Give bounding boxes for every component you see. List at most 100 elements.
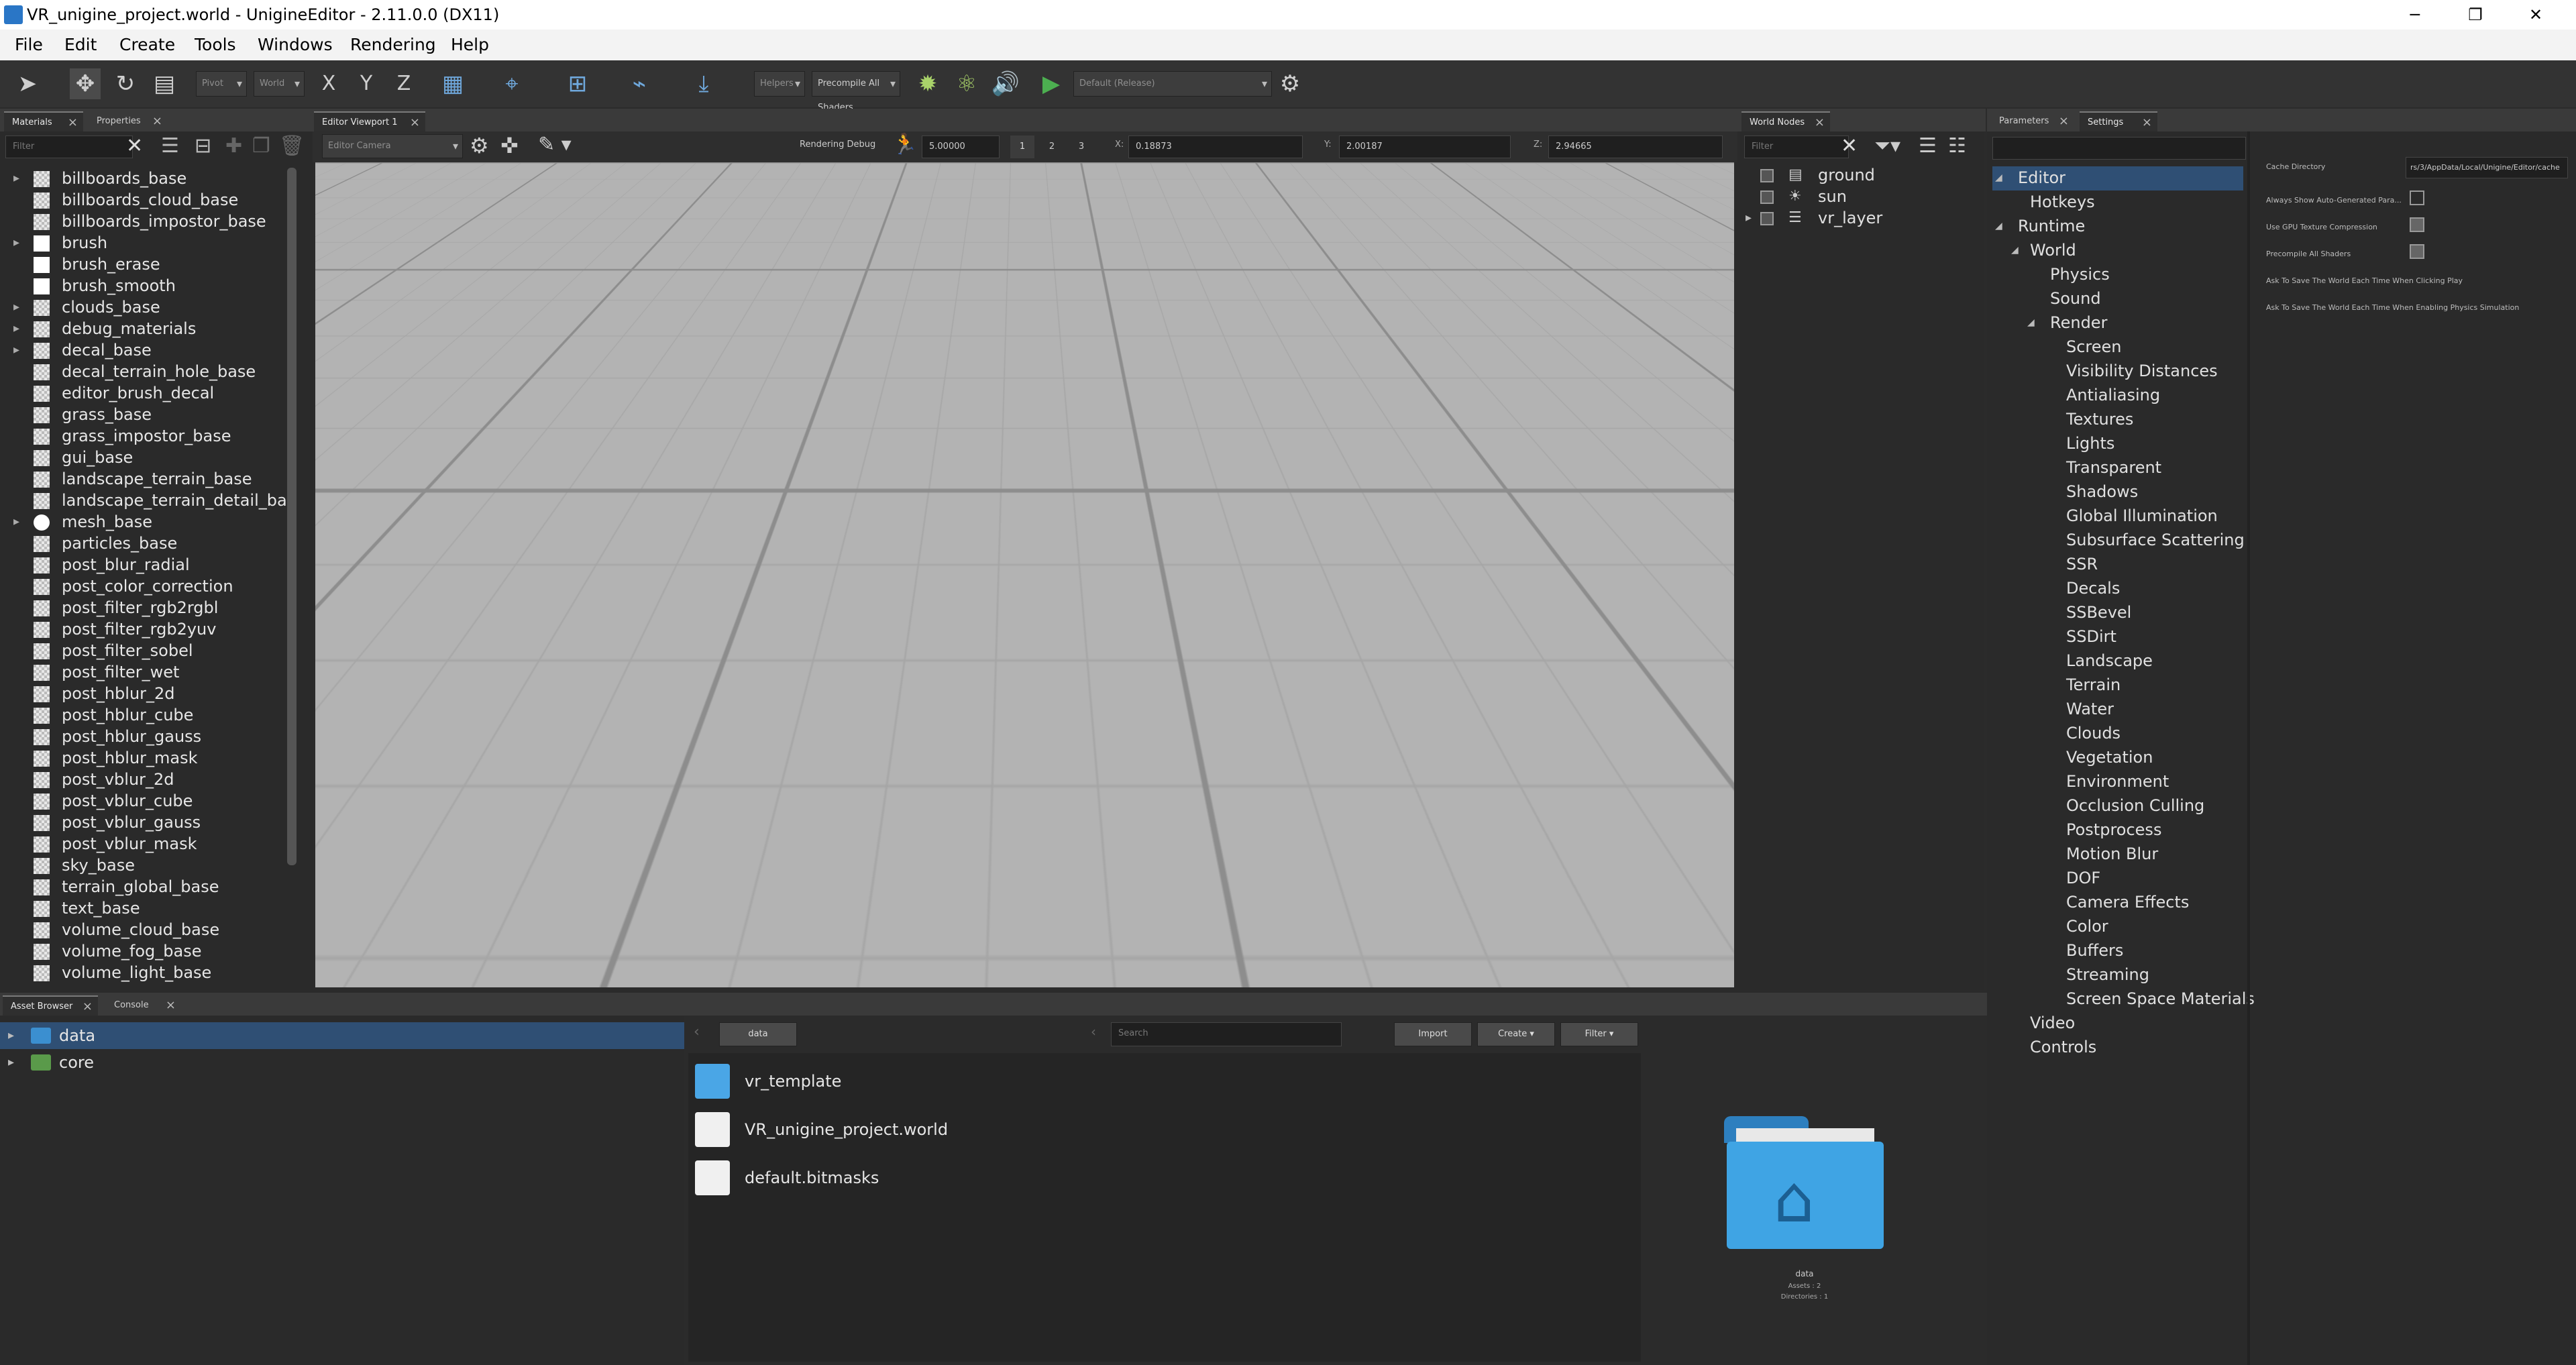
play-preset-dropdown[interactable]: Default (Release) xyxy=(1073,71,1272,97)
always-show-checkbox[interactable] xyxy=(2410,190,2424,205)
camera-speed-input[interactable]: 5.00000 xyxy=(922,135,1000,158)
settings-tree-item[interactable]: Color xyxy=(1992,915,2243,939)
world-nodes-filter-input[interactable]: Filter xyxy=(1744,135,1849,158)
settings-tree-item[interactable]: Occlusion Culling xyxy=(1992,794,2243,818)
settings-tree-item[interactable]: Shadows xyxy=(1992,480,2243,504)
menu-rendering[interactable]: Rendering xyxy=(350,35,436,54)
surface-snap-icon[interactable]: ⌁ xyxy=(624,68,655,99)
play-icon[interactable]: ▶ xyxy=(1036,68,1067,99)
snap-icon[interactable]: ⌖ xyxy=(496,68,527,99)
settings-tree-item[interactable]: DOF xyxy=(1992,867,2243,891)
create-button[interactable]: Create ▾ xyxy=(1477,1022,1555,1046)
settings-tree-item[interactable]: Water xyxy=(1992,698,2243,722)
material-item[interactable]: post_vblur_cube xyxy=(0,790,282,812)
file-item[interactable]: VR_unigine_project.world xyxy=(688,1109,1627,1150)
speed-step-2[interactable]: 2 xyxy=(1040,135,1064,158)
clear-filter-icon[interactable]: ✕ xyxy=(126,134,143,158)
tab-asset-browser[interactable]: Asset Browser × xyxy=(3,995,98,1016)
settings-tree-item[interactable]: Physics xyxy=(1992,263,2243,287)
add-material-icon[interactable]: ✚ xyxy=(225,134,242,158)
gpu-compression-checkbox[interactable] xyxy=(2410,217,2424,232)
material-item[interactable]: landscape_terrain_detail_base xyxy=(0,490,288,511)
settings-tree-item[interactable]: Hotkeys xyxy=(1992,190,2243,215)
settings-tree-item[interactable]: Subsurface Scattering xyxy=(1992,529,2245,553)
hierarchy-icon[interactable]: ☰ xyxy=(161,134,179,158)
tab-materials[interactable]: Materials × xyxy=(4,111,83,131)
close-icon[interactable]: × xyxy=(2059,111,2069,131)
expand-arrow-icon[interactable]: ▸ xyxy=(8,1049,14,1076)
material-item[interactable]: editor_brush_decal xyxy=(0,382,282,404)
speed-step-1[interactable]: 1 xyxy=(1010,135,1034,158)
axis-gizmo[interactable]: Z Y xyxy=(1615,200,1690,286)
material-item[interactable]: ▸ clouds_base xyxy=(0,296,282,318)
settings-tree-item[interactable]: Sound xyxy=(1992,287,2243,311)
drop-to-ground-icon[interactable]: ⤓ xyxy=(688,68,719,99)
maximize-button[interactable]: ❐ xyxy=(2449,0,2502,30)
camera-y-input[interactable]: 2.00187 xyxy=(1339,135,1511,158)
expand-arrow-icon[interactable]: ▸ xyxy=(13,339,19,361)
material-item[interactable]: post_filter_rgb2yuv xyxy=(0,618,282,640)
settings-tree-item[interactable]: SSBevel xyxy=(1992,601,2243,625)
world-node-item[interactable]: ▸ ☰ vr_layer xyxy=(1740,207,1979,231)
tab-properties[interactable]: Properties × xyxy=(89,111,168,131)
settings-tree-item[interactable]: SSR xyxy=(1992,553,2243,577)
settings-tree-item[interactable]: Global Illumination xyxy=(1992,504,2243,529)
delete-icon[interactable]: 🗑 xyxy=(279,134,305,158)
material-item[interactable]: sky_base xyxy=(0,855,282,876)
settings-tree-item[interactable]: Clouds xyxy=(1992,722,2243,746)
viewport-settings-icon[interactable]: ⚙ xyxy=(470,133,489,158)
material-item[interactable]: billboards_impostor_base xyxy=(0,211,282,232)
settings-splitter[interactable] xyxy=(2247,131,2250,1365)
expand-arrow-icon[interactable]: ▸ xyxy=(13,232,19,254)
settings-tree-item[interactable]: Landscape xyxy=(1992,649,2243,673)
camera-dropdown-icon[interactable]: ✎ ▾ xyxy=(538,133,572,156)
rotate-tool-icon[interactable]: ↻ xyxy=(110,68,141,99)
materials-filter-input[interactable]: Filter xyxy=(5,135,133,158)
expand-arrow-icon[interactable]: ▸ xyxy=(13,511,19,533)
material-item[interactable]: post_blur_radial xyxy=(0,554,282,576)
filter-button[interactable]: Filter ▾ xyxy=(1560,1022,1638,1046)
material-item[interactable]: post_hblur_cube xyxy=(0,704,282,726)
gear-icon[interactable]: ⚙ xyxy=(1275,68,1305,99)
minimize-button[interactable]: ─ xyxy=(2388,0,2442,30)
speed-step-3[interactable]: 3 xyxy=(1069,135,1093,158)
cache-directory-input[interactable]: rs/3/AppData/Local/Unigine/Editor/cache xyxy=(2406,157,2568,178)
close-icon[interactable]: × xyxy=(2142,113,2152,133)
menu-tools[interactable]: Tools xyxy=(195,35,236,54)
filter-icon[interactable]: ⏷▾ xyxy=(1874,134,1900,158)
material-item[interactable]: brush_erase xyxy=(0,254,282,275)
material-item[interactable]: volume_light_base xyxy=(0,962,282,983)
import-button[interactable]: Import xyxy=(1394,1022,1472,1046)
settings-tree-item[interactable]: ◢ Render xyxy=(1992,311,2243,335)
settings-tree-item[interactable]: Lights xyxy=(1992,432,2243,456)
settings-tree-item[interactable]: Streaming xyxy=(1992,963,2243,987)
settings-tree-item[interactable]: ◢ World xyxy=(1992,239,2243,263)
settings-tree-item[interactable]: Textures xyxy=(1992,408,2243,432)
node-enabled-checkbox[interactable] xyxy=(1760,169,1774,182)
menu-file[interactable]: File xyxy=(15,35,43,54)
close-icon[interactable]: × xyxy=(1815,113,1825,133)
menu-create[interactable]: Create xyxy=(119,35,175,54)
tab-console[interactable]: Console × xyxy=(106,995,181,1016)
world-node-item[interactable]: ▤ ground xyxy=(1740,164,1979,188)
menu-windows[interactable]: Windows xyxy=(258,35,333,54)
gizmo-y-label[interactable]: Y xyxy=(1638,244,1656,278)
camera-x-input[interactable]: 0.18873 xyxy=(1128,135,1303,158)
material-item[interactable]: volume_fog_base xyxy=(0,940,282,962)
material-item[interactable]: post_vblur_2d xyxy=(0,769,282,790)
close-icon[interactable]: × xyxy=(68,113,78,133)
precompile-checkbox[interactable] xyxy=(2410,244,2424,259)
sound-icon[interactable]: 🔊 xyxy=(990,68,1021,99)
grid-snap-icon[interactable]: ▦ xyxy=(437,68,468,99)
space-dropdown[interactable]: World xyxy=(254,71,305,97)
material-item[interactable]: post_hblur_mask xyxy=(0,747,282,769)
gizmo-z-label[interactable]: Z xyxy=(1638,204,1658,238)
file-item[interactable]: default.bitmasks xyxy=(688,1158,1627,1198)
settings-tree-item[interactable]: Terrain xyxy=(1992,673,2243,698)
clone-icon[interactable]: ❐ xyxy=(252,134,270,158)
settings-tree-item[interactable]: Postprocess xyxy=(1992,818,2243,842)
settings-tree-item[interactable]: Controls xyxy=(1992,1036,2243,1060)
material-item[interactable]: terrain_global_base xyxy=(0,876,282,897)
expand-arrow-icon[interactable]: ▸ xyxy=(8,1022,14,1049)
expand-arrow-icon[interactable]: ▸ xyxy=(13,296,19,318)
